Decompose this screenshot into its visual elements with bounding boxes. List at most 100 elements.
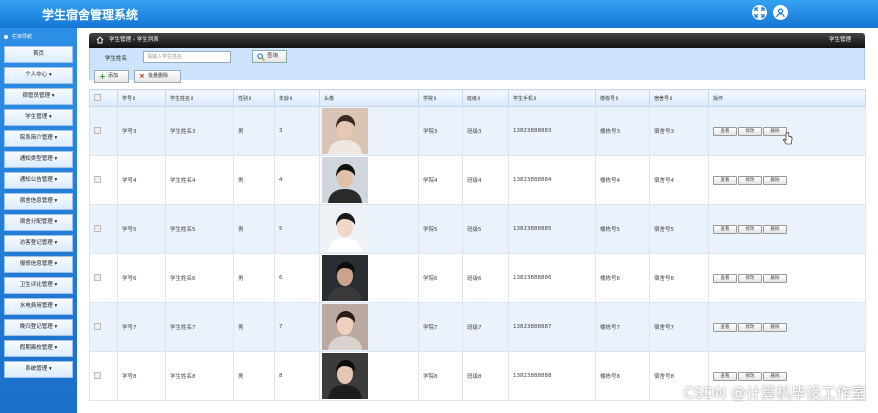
column-header[interactable]: 学院⇕ [418, 89, 463, 107]
delete-button[interactable]: 删除 [763, 371, 787, 381]
cell-id: 学号8 [117, 351, 166, 401]
edit-button[interactable]: 修改 [738, 322, 762, 332]
row-checkbox[interactable] [94, 126, 101, 134]
sidebar-item[interactable]: 宿舍分配管理 ▾ [4, 214, 73, 231]
add-button[interactable]: + 添加 [94, 70, 129, 83]
view-button[interactable]: 查看 [713, 322, 737, 332]
column-header[interactable]: 班级⇕ [462, 89, 509, 107]
cell-name: 学生姓名7 [165, 302, 234, 352]
avatar [322, 206, 368, 252]
table-row: 学号4 学生姓名4 男 4 学院4 班级4 13823888884 楼栋号4 宿舍号4 查看 修改删… [89, 155, 866, 205]
student-table: 学号⇕ 学生姓名⇕ 性别⇕ 年龄⇕ 头像 学院⇕ 班级⇕ 学生手机⇕ 楼栋号⇕ 宿舍号⇕ 操作 学号… [89, 89, 866, 401]
sidebar-item[interactable]: 系统管理 ▾ [4, 361, 73, 378]
sidebar-item[interactable]: 宿管员管理 ▾ [4, 88, 73, 105]
delete-button[interactable]: 删除 [763, 175, 787, 185]
row-select-cell [89, 106, 118, 156]
column-header[interactable]: 楼栋号⇕ [595, 89, 650, 107]
row-select-cell [89, 302, 118, 352]
cell-age: 3 [274, 106, 320, 156]
sidebar-item[interactable]: 宿舍信息管理 ▾ [4, 193, 73, 210]
row-checkbox[interactable] [94, 273, 101, 281]
cell-room: 宿舍号7 [649, 302, 709, 352]
table-row: 学号5 学生姓名5 男 5 学院5 班级5 13823888885 楼栋号5 宿舍号5 查看 修改删… [89, 204, 866, 254]
edit-button[interactable]: 修改 [738, 224, 762, 234]
sidebar-item[interactable]: 个人中心 ▾ [4, 67, 73, 84]
cell-bld: 楼栋号5 [595, 204, 650, 254]
sidebar-item[interactable]: 水电费用管理 ▾ [4, 298, 73, 315]
avatar [322, 353, 368, 399]
sidebar-item[interactable]: 晚归登记管理 ▾ [4, 319, 73, 336]
cell-phone: 13823888888 [508, 351, 596, 401]
cell-phone: 13823888886 [508, 253, 596, 303]
edit-button[interactable]: 修改 [738, 371, 762, 381]
breadcrumb-text: 学生管理 › 学生列表 [109, 37, 159, 43]
column-header[interactable]: 学生姓名⇕ [165, 89, 234, 107]
sidebar-item[interactable]: 假期离校管理 ▾ [4, 340, 73, 357]
select-all-header[interactable] [89, 89, 118, 107]
sidebar-item[interactable]: 首页 [4, 46, 73, 63]
select-all-checkbox[interactable] [94, 93, 101, 101]
avatar-cell [319, 302, 419, 352]
delete-button[interactable]: 删除 [763, 322, 787, 332]
row-checkbox[interactable] [94, 371, 101, 379]
plus-icon: + [99, 72, 106, 81]
delete-button[interactable]: 删除 [763, 273, 787, 283]
column-header[interactable]: 学号⇕ [117, 89, 166, 107]
cell-name: 学生姓名4 [165, 155, 234, 205]
search-button[interactable]: 查询 [252, 50, 287, 63]
cell-name: 学生姓名6 [165, 253, 234, 303]
sidebar-item[interactable]: 访客登记管理 ▾ [4, 235, 73, 252]
column-header[interactable]: 年龄⇕ [274, 89, 320, 107]
cell-name: 学生姓名8 [165, 351, 234, 401]
cell-id: 学号4 [117, 155, 166, 205]
fullscreen-icon[interactable] [752, 5, 767, 20]
row-checkbox[interactable] [94, 175, 101, 183]
cell-phone: 13823888887 [508, 302, 596, 352]
sidebar-item[interactable]: 通知公告管理 ▾ [4, 172, 73, 189]
edit-button[interactable]: 修改 [738, 126, 762, 136]
sidebar: 栏目导航 首页个人中心 ▾ 宿管员管理 ▾ 学生管理 ▾ 院系简介管理 ▾ 通知类型管理… [0, 28, 77, 413]
sidebar-header: 栏目导航 [0, 28, 77, 46]
cell-cls: 班级6 [462, 253, 509, 303]
avatar [322, 255, 368, 301]
bullet-icon [4, 35, 8, 39]
sidebar-item[interactable]: 通知类型管理 ▾ [4, 151, 73, 168]
edit-button[interactable]: 修改 [738, 273, 762, 283]
view-button[interactable]: 查看 [713, 371, 737, 381]
batch-delete-button[interactable]: × 批量删除 [134, 70, 181, 83]
sidebar-item[interactable]: 卫生评比管理 ▾ [4, 277, 73, 294]
main-content: 学生管理 › 学生列表 学生管理 学生姓名 请输入学生姓名 查询 + 添加 × … [89, 33, 866, 413]
cell-cls: 班级3 [462, 106, 509, 156]
row-select-cell [89, 204, 118, 254]
delete-button[interactable]: 删除 [763, 224, 787, 234]
cell-bld: 楼栋号4 [595, 155, 650, 205]
table-header-row: 学号⇕ 学生姓名⇕ 性别⇕ 年龄⇕ 头像 学院⇕ 班级⇕ 学生手机⇕ 楼栋号⇕ 宿舍号⇕ 操作 [89, 89, 866, 107]
student-name-input[interactable]: 请输入学生姓名 [143, 51, 231, 63]
column-header[interactable]: 学生手机⇕ [508, 89, 596, 107]
cell-age: 6 [274, 253, 320, 303]
sidebar-item[interactable]: 报修信息管理 ▾ [4, 256, 73, 273]
view-button[interactable]: 查看 [713, 126, 737, 136]
sidebar-item[interactable]: 学生管理 ▾ [4, 109, 73, 126]
search-icon [257, 53, 265, 61]
avatar-cell [319, 204, 419, 254]
view-button[interactable]: 查看 [713, 175, 737, 185]
cell-age: 5 [274, 204, 320, 254]
cell-id: 学号6 [117, 253, 166, 303]
table-body: 学号3 学生姓名3 男 3 学院3 班级3 13823888883 楼栋号3 宿舍号3 查看 修改删… [89, 106, 866, 401]
table-row: 学号3 学生姓名3 男 3 学院3 班级3 13823888883 楼栋号3 宿舍号3 查看 修改删… [89, 106, 866, 156]
view-button[interactable]: 查看 [713, 273, 737, 283]
view-button[interactable]: 查看 [713, 224, 737, 234]
row-checkbox[interactable] [94, 322, 101, 330]
cell-id: 学号5 [117, 204, 166, 254]
cell-bld: 楼栋号7 [595, 302, 650, 352]
cell-college: 学院5 [418, 204, 463, 254]
user-icon[interactable] [773, 5, 788, 20]
column-header[interactable]: 性别⇕ [233, 89, 275, 107]
column-header[interactable]: 宿舍号⇕ [649, 89, 709, 107]
sidebar-item[interactable]: 院系简介管理 ▾ [4, 130, 73, 147]
sidebar-menu: 首页个人中心 ▾ 宿管员管理 ▾ 学生管理 ▾ 院系简介管理 ▾ 通知类型管理 ▾ 通知公… [0, 46, 77, 378]
avatar-cell [319, 106, 419, 156]
row-checkbox[interactable] [94, 224, 101, 232]
edit-button[interactable]: 修改 [738, 175, 762, 185]
